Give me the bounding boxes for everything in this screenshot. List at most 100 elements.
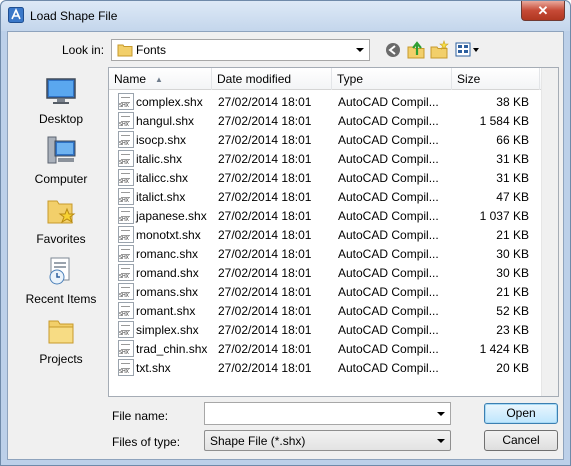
back-icon[interactable] <box>383 40 403 60</box>
column-header-size[interactable]: Size <box>452 68 540 90</box>
file-size-cell: 52 KB <box>496 304 529 318</box>
sort-ascending-icon: ▲ <box>155 75 163 84</box>
place-label: Desktop <box>38 112 84 126</box>
shx-file-icon <box>118 340 134 357</box>
file-type-cell: AutoCAD Compil... <box>338 114 439 128</box>
file-name-cell: japanese.shx <box>136 209 207 223</box>
column-header-date-modified[interactable]: Date modified <box>212 68 332 90</box>
file-date-cell: 27/02/2014 18:01 <box>218 190 312 204</box>
file-name-cell: txt.shx <box>136 361 171 375</box>
shx-file-icon <box>118 207 134 224</box>
file-size-cell: 23 KB <box>496 323 529 337</box>
file-row[interactable]: trad_chin.shx 27/02/2014 18:01 AutoCAD Com… <box>109 339 539 358</box>
file-type-cell: AutoCAD Compil... <box>338 266 439 280</box>
file-row[interactable]: isocp.shx 27/02/2014 18:01 AutoCAD Compil.… <box>109 130 539 149</box>
file-date-cell: 27/02/2014 18:01 <box>218 285 312 299</box>
file-type-cell: AutoCAD Compil... <box>338 152 439 166</box>
file-size-cell: 1 584 KB <box>479 114 529 128</box>
file-type-cell: AutoCAD Compil... <box>338 228 439 242</box>
desktop-icon <box>46 78 76 104</box>
place-favorites[interactable]: Favorites <box>15 193 107 253</box>
file-row[interactable]: romanc.shx 27/02/2014 18:01 AutoCAD Compil… <box>109 244 539 263</box>
folder-icon <box>117 44 133 57</box>
new-folder-icon[interactable] <box>429 40 449 60</box>
file-name-input[interactable] <box>204 402 451 425</box>
file-type-cell: AutoCAD Compil... <box>338 304 439 318</box>
place-computer[interactable]: Computer <box>15 133 107 193</box>
file-name-cell: romans.shx <box>136 285 199 299</box>
vertical-scrollbar[interactable] <box>541 68 558 396</box>
file-size-cell: 30 KB <box>496 247 529 261</box>
place-label: Computer <box>34 172 88 186</box>
file-row[interactable]: simplex.shx 27/02/2014 18:01 AutoCAD Compi… <box>109 320 539 339</box>
shx-file-icon <box>118 93 134 110</box>
file-date-cell: 27/02/2014 18:01 <box>218 342 312 356</box>
place-label: Favorites <box>36 232 86 246</box>
view-menu-icon[interactable] <box>454 40 480 60</box>
file-row[interactable]: japanese.shx 27/02/2014 18:01 AutoCAD Comp… <box>109 206 539 225</box>
files-of-type-select[interactable]: Shape File (*.shx) <box>204 430 451 451</box>
file-type-cell: AutoCAD Compil... <box>338 342 439 356</box>
file-type-cell: AutoCAD Compil... <box>338 190 439 204</box>
file-type-cell: AutoCAD Compil... <box>338 95 439 109</box>
look-in-value: Fonts <box>136 43 167 57</box>
place-label: Recent Items <box>25 292 97 306</box>
close-button[interactable]: ✕ <box>521 1 565 21</box>
file-type-cell: AutoCAD Compil... <box>338 209 439 223</box>
column-header-type[interactable]: Type <box>332 68 452 90</box>
chevron-down-icon[interactable] <box>437 439 445 443</box>
recent-items-icon <box>49 257 70 285</box>
file-size-cell: 31 KB <box>496 171 529 185</box>
place-projects[interactable]: Projects <box>15 313 107 373</box>
file-size-cell: 20 KB <box>496 361 529 375</box>
file-row[interactable]: monotxt.shx 27/02/2014 18:01 AutoCAD Compi… <box>109 225 539 244</box>
chevron-down-icon[interactable] <box>437 412 445 416</box>
title-bar[interactable]: Load Shape File ✕ <box>1 1 570 31</box>
place-label: Projects <box>39 352 83 366</box>
column-header-name[interactable]: Name ▲ <box>109 68 212 90</box>
file-row[interactable]: romans.shx 27/02/2014 18:01 AutoCAD Compil… <box>109 282 539 301</box>
open-button[interactable]: Open <box>484 403 558 424</box>
file-row[interactable]: complex.shx 27/02/2014 18:01 AutoCAD Compi… <box>109 92 539 111</box>
favorites-icon <box>47 200 76 224</box>
file-row[interactable]: romand.shx 27/02/2014 18:01 AutoCAD Compil… <box>109 263 539 282</box>
look-in-label: Look in: <box>62 43 105 57</box>
file-row[interactable]: txt.shx 27/02/2014 18:01 AutoCAD Compil...… <box>109 358 539 377</box>
window-title: Load Shape File <box>30 9 118 23</box>
file-row[interactable]: hangul.shx 27/02/2014 18:01 AutoCAD Compil… <box>109 111 539 130</box>
file-name-cell: trad_chin.shx <box>136 342 208 356</box>
file-name-cell: simplex.shx <box>136 323 199 337</box>
shx-file-icon <box>118 245 134 262</box>
file-name-cell: romanc.shx <box>136 247 199 261</box>
file-row[interactable]: italicc.shx 27/02/2014 18:01 AutoCAD Compi… <box>109 168 539 187</box>
file-size-cell: 30 KB <box>496 266 529 280</box>
shx-file-icon <box>118 226 134 243</box>
dialog-client: Look in: Fonts Desktop Computer Favorite… <box>7 31 564 460</box>
file-date-cell: 27/02/2014 18:01 <box>218 95 312 109</box>
file-row[interactable]: italict.shx 27/02/2014 18:01 AutoCAD Compi… <box>109 187 539 206</box>
place-recent-items[interactable]: Recent Items <box>15 253 107 313</box>
file-row[interactable]: romant.shx 27/02/2014 18:01 AutoCAD Compil… <box>109 301 539 320</box>
file-list[interactable]: Name ▲ Date modified Type Size complex.s… <box>108 67 559 397</box>
file-name-cell: isocp.shx <box>136 133 187 147</box>
file-row[interactable]: italic.shx 27/02/2014 18:01 AutoCAD Compil… <box>109 149 539 168</box>
file-type-cell: AutoCAD Compil... <box>338 323 439 337</box>
file-name-cell: hangul.shx <box>136 114 195 128</box>
up-folder-icon[interactable] <box>406 40 426 60</box>
file-type-cell: AutoCAD Compil... <box>338 285 439 299</box>
file-date-cell: 27/02/2014 18:01 <box>218 247 312 261</box>
chevron-down-icon[interactable] <box>356 48 364 52</box>
shx-file-icon <box>118 112 134 129</box>
file-size-cell: 66 KB <box>496 133 529 147</box>
file-type-cell: AutoCAD Compil... <box>338 133 439 147</box>
shx-file-icon <box>118 321 134 338</box>
shx-file-icon <box>118 283 134 300</box>
file-date-cell: 27/02/2014 18:01 <box>218 152 312 166</box>
look-in-combo[interactable]: Fonts <box>111 39 370 61</box>
file-name-cell: romant.shx <box>136 304 196 318</box>
file-type-cell: AutoCAD Compil... <box>338 361 439 375</box>
file-size-cell: 31 KB <box>496 152 529 166</box>
cancel-button[interactable]: Cancel <box>484 430 558 451</box>
place-desktop[interactable]: Desktop <box>15 73 107 133</box>
shx-file-icon <box>118 188 134 205</box>
